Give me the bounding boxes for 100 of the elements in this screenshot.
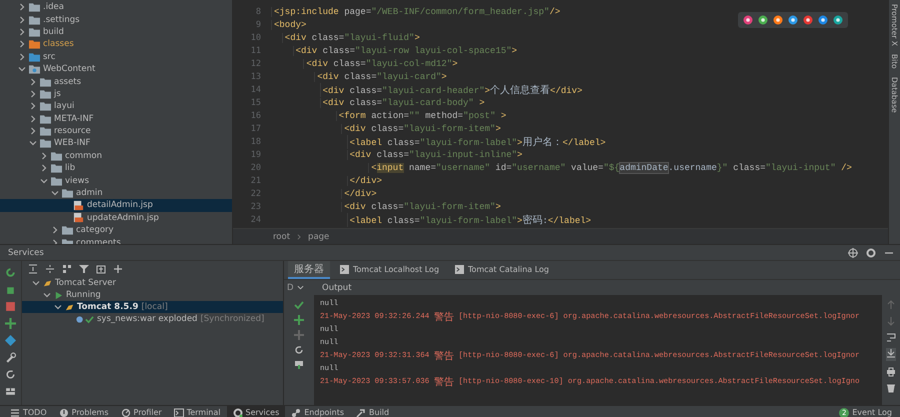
panel-title: Services (8, 248, 45, 258)
chevron-down-icon[interactable] (43, 291, 51, 299)
chevron-down-icon[interactable] (18, 65, 26, 74)
tree-label: WEB-INF (54, 138, 90, 148)
service-row[interactable]: Tomcat 8.5.9 [local] (22, 301, 283, 313)
chevron-right-icon[interactable] (18, 28, 26, 36)
chevron-right-icon[interactable] (51, 226, 59, 234)
tree-row[interactable]: common (0, 150, 232, 162)
chevron-right-icon[interactable] (40, 152, 48, 160)
tool-window-tab[interactable]: Profiler (114, 406, 168, 417)
tree-row[interactable]: admin (0, 186, 232, 200)
tool-window-tab[interactable]: Build (350, 406, 396, 417)
add-icon[interactable] (113, 264, 123, 274)
check-icon[interactable] (294, 300, 304, 310)
deploy-icon[interactable] (294, 315, 304, 325)
layout-icon[interactable] (5, 386, 16, 397)
chevron-right-icon[interactable] (29, 78, 37, 86)
service-row[interactable]: Tomcat Server (22, 277, 283, 289)
tree-label: detailAdmin.jsp (87, 200, 153, 210)
tree-row[interactable]: build (0, 26, 232, 38)
tree-label: WebContent (43, 64, 96, 74)
trash-icon[interactable] (886, 383, 896, 393)
refresh-icon[interactable] (5, 369, 16, 380)
service-row[interactable]: sys_news:war exploded [Synchronized] (22, 313, 283, 325)
folder-icon (40, 101, 51, 112)
folder-icon (40, 88, 51, 99)
tree-row[interactable]: resource (0, 124, 232, 138)
breadcrumb[interactable]: page (308, 232, 330, 242)
update-icon[interactable] (294, 360, 304, 370)
event-log-button[interactable]: Event Log (849, 406, 900, 417)
tree-row[interactable]: detailAdmin.jsp (0, 199, 232, 212)
collapse-all-icon[interactable] (45, 264, 55, 274)
log-tab[interactable]: Tomcat Localhost Log (334, 261, 446, 279)
log-tab[interactable]: 服务器 (288, 261, 330, 279)
folder-icon (51, 163, 62, 174)
chevron-right-icon[interactable] (18, 16, 26, 24)
chevron-right-icon[interactable] (18, 3, 26, 12)
service-row[interactable]: Running (22, 289, 283, 301)
tree-row[interactable]: js (0, 88, 232, 100)
chevron-right-icon[interactable] (29, 127, 37, 136)
log-tab[interactable]: Tomcat Catalina Log (449, 261, 556, 279)
tree-row[interactable]: .settings (0, 13, 232, 26)
chevron-down-icon[interactable] (54, 303, 62, 311)
tree-label: layui (54, 101, 74, 112)
dropdown[interactable]: D (284, 282, 313, 292)
tree-label: common (65, 150, 102, 161)
tree-row[interactable]: layui (0, 100, 232, 113)
settings-icon[interactable] (866, 248, 876, 258)
chevron-right-icon[interactable] (18, 40, 26, 48)
tree-row[interactable]: src (0, 50, 232, 63)
breadcrumb[interactable]: root (273, 232, 290, 242)
stop-icon[interactable] (5, 301, 16, 312)
tree-row[interactable]: lib (0, 162, 232, 174)
tool-window-tab[interactable]: Problems (52, 406, 115, 417)
tree-row[interactable]: updateAdmin.jsp (0, 212, 232, 224)
tree-row[interactable]: classes (0, 38, 232, 51)
crosshair-icon[interactable] (848, 248, 858, 258)
tree-row[interactable]: WebContent (0, 62, 232, 76)
deploy-icon[interactable] (5, 318, 16, 329)
print-icon[interactable] (886, 367, 896, 377)
tool-window-tab[interactable]: TODO (4, 406, 53, 417)
code-line: <body> (271, 20, 306, 30)
chevron-right-icon[interactable] (18, 52, 26, 61)
refresh-icon[interactable] (294, 345, 304, 355)
code-line: <div class="layui-fluid"> (282, 32, 420, 42)
tool-window-tab[interactable]: Endpoints (285, 406, 350, 417)
jsp-file-icon (73, 212, 84, 224)
chevron-down-icon[interactable] (51, 189, 59, 198)
scroll-end-icon[interactable] (886, 348, 896, 358)
chevron-down-icon[interactable] (32, 279, 40, 287)
chevron-down-icon[interactable] (29, 139, 37, 148)
tree-row[interactable]: views (0, 174, 232, 187)
tree-label: .idea (43, 2, 64, 12)
tree-row[interactable]: category (0, 224, 232, 236)
tree-row[interactable]: META-INF (0, 112, 232, 125)
tree-row[interactable]: assets (0, 75, 232, 88)
rerun-icon[interactable] (5, 267, 16, 278)
chevron-right-icon[interactable] (40, 164, 48, 172)
chevron-right-icon[interactable] (29, 102, 37, 110)
list-icon (10, 408, 20, 417)
tool-window-tab[interactable]: Terminal (168, 406, 226, 417)
tool-window-tab[interactable]: Services (226, 406, 286, 417)
group-icon[interactable] (62, 264, 72, 274)
diamond-icon[interactable] (5, 335, 16, 346)
chevron-right-icon[interactable] (29, 90, 37, 98)
folder-icon (29, 14, 40, 25)
expand-all-icon[interactable] (28, 264, 38, 274)
folder-icon (29, 2, 40, 12)
wrench-icon[interactable] (5, 352, 16, 363)
chevron-right-icon[interactable] (29, 114, 37, 123)
tree-row[interactable]: .idea (0, 1, 232, 14)
folder-icon (51, 176, 62, 186)
wrap-icon[interactable] (886, 332, 896, 342)
caret-icon (296, 284, 304, 291)
filter-icon[interactable] (79, 264, 89, 274)
tree-label: category (76, 225, 114, 236)
chevron-down-icon[interactable] (40, 176, 48, 185)
tree-row[interactable]: WEB-INF (0, 137, 232, 150)
gauge-icon (120, 408, 131, 417)
new-tab-icon[interactable] (96, 264, 106, 274)
